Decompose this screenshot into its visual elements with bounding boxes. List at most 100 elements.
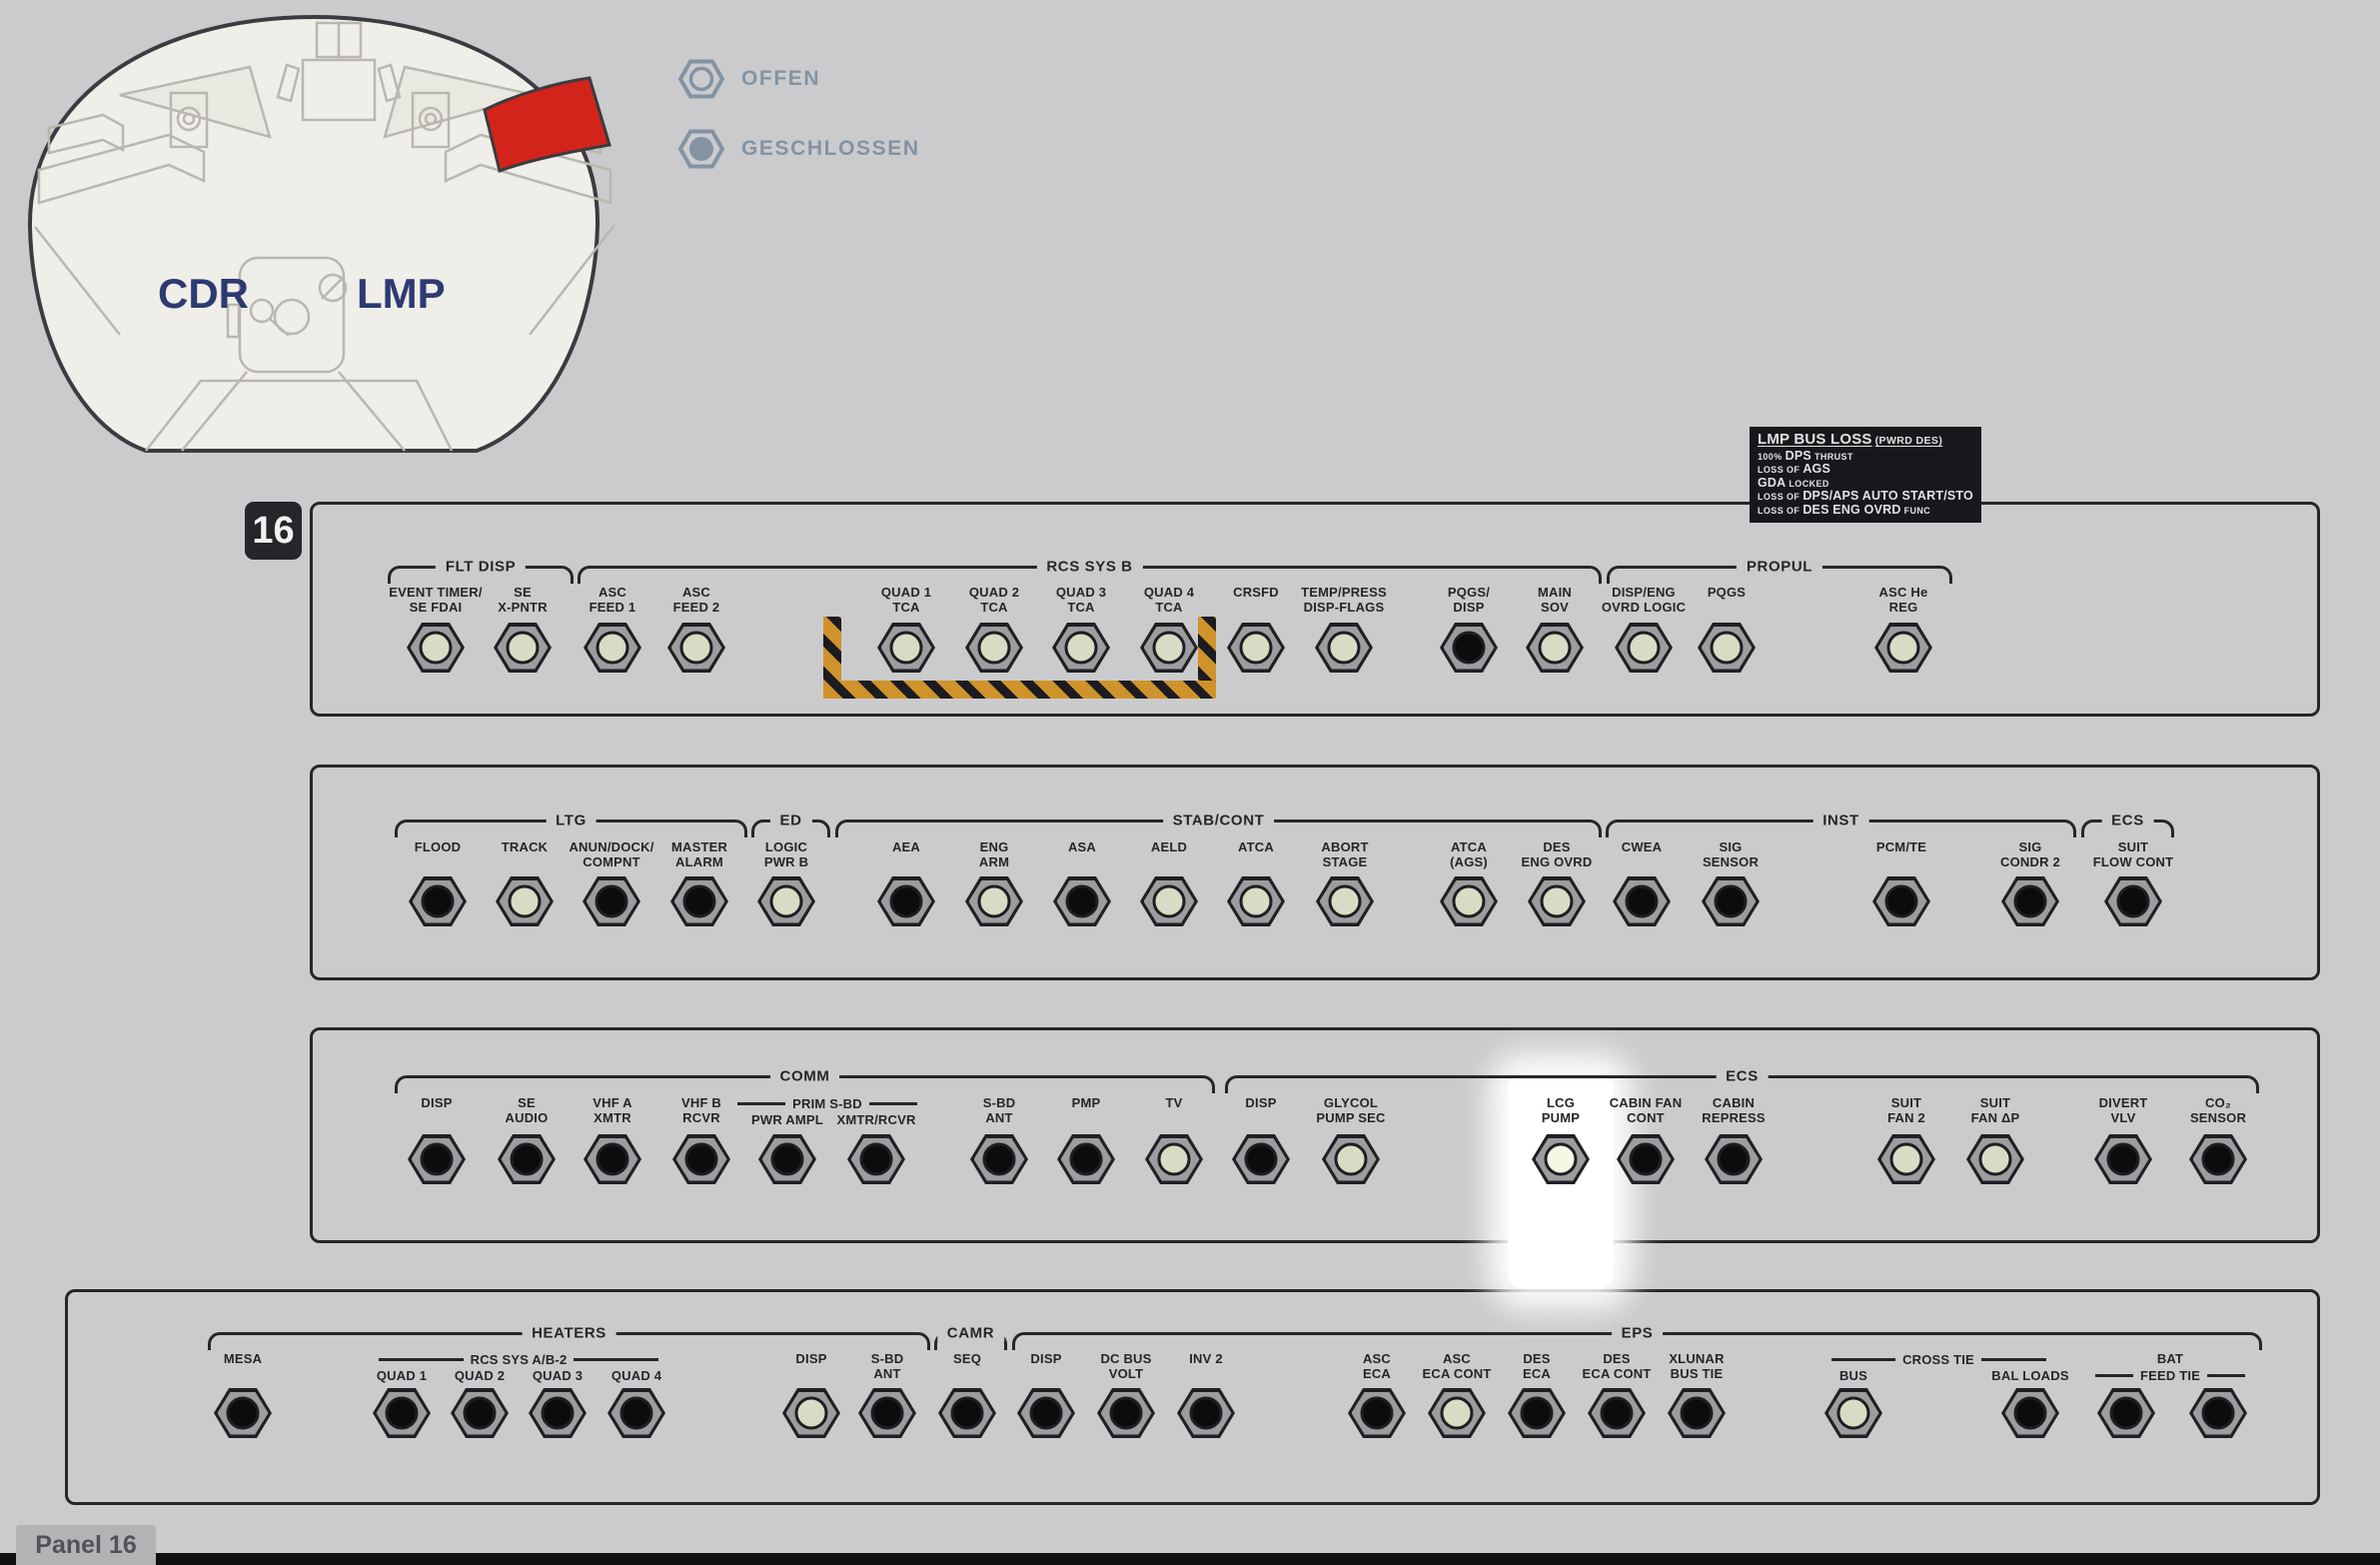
- breaker-hex-icon: [1588, 1388, 1646, 1438]
- breaker-temp-press-disp-flags[interactable]: TEMP/PRESS DISP-FLAGS: [1288, 585, 1400, 673]
- breaker-label-line: SIG: [2018, 839, 2042, 854]
- breaker-asc-feed-2[interactable]: ASC FEED 2: [640, 585, 752, 673]
- breaker-open-indicator: [1836, 1396, 1870, 1430]
- breaker-hex-icon: [1177, 1388, 1235, 1438]
- breaker-sig-sensor[interactable]: SIG SENSOR: [1675, 839, 1786, 926]
- group-label: PROPUL: [1736, 558, 1823, 576]
- legend-open-row: OFFEN: [677, 56, 920, 102]
- breaker-label-line: SUIT: [2117, 839, 2149, 854]
- breaker-label-line: FLOW CONT: [2092, 854, 2174, 870]
- breaker-sig-condr-2[interactable]: SIG CONDR 2: [1974, 839, 2086, 926]
- breaker-label: XMTR/RCVR: [820, 1112, 932, 1127]
- breaker-closed-indicator: [2201, 1396, 2235, 1430]
- breaker-logic-pwr-b[interactable]: LOGIC PWR B: [730, 839, 842, 926]
- breaker-closed-indicator: [421, 884, 455, 918]
- group-ed-bracket: ED: [751, 811, 830, 837]
- breaker-label: MESA: [187, 1351, 299, 1366]
- breaker-closed-indicator: [1244, 1142, 1278, 1176]
- breaker-hex-icon: [2001, 876, 2059, 926]
- warning-line: 100% DPS THRUST: [1758, 450, 1973, 463]
- group-label: ECS: [1716, 1067, 1769, 1085]
- breaker-open-indicator: [977, 884, 1011, 918]
- breaker-closed-icon: [677, 129, 725, 169]
- breaker-mesa[interactable]: MESA: [187, 1351, 299, 1438]
- breaker-label-line: DISP-FLAGS: [1303, 600, 1385, 616]
- breaker-hex-icon: [970, 1134, 1028, 1184]
- breaker-closed-indicator: [982, 1142, 1016, 1176]
- cabin-outline: [27, 14, 600, 453]
- breaker-closed-indicator: [385, 1396, 419, 1430]
- breaker-glycol-pump-sec[interactable]: GLYCOL PUMP SEC: [1295, 1095, 1407, 1184]
- breaker-closed-indicator: [1069, 1142, 1103, 1176]
- breaker-closed-indicator: [684, 1142, 718, 1176]
- breaker-closed-indicator: [1884, 884, 1918, 918]
- breaker-closed-indicator: [682, 884, 716, 918]
- group-label: STAB/CONT: [1162, 811, 1275, 829]
- breaker-asc-he-reg[interactable]: ASC He REG: [1847, 585, 1959, 673]
- breaker-closed-indicator: [595, 884, 628, 918]
- breaker-xmtr-rcvr[interactable]: XMTR/RCVR: [820, 1095, 932, 1184]
- warning-text: THRUST: [1813, 452, 1853, 462]
- breaker-hex-icon: [1702, 876, 1760, 926]
- warning-text: DPS/APS AUTO START/STOP: [1802, 490, 1973, 504]
- breaker-label: SIG SENSOR: [1675, 839, 1786, 870]
- breaker-hex-icon: [757, 876, 815, 926]
- breaker-hex-icon: [667, 623, 725, 673]
- breaker-inv-2[interactable]: INV 2: [1150, 1351, 1262, 1438]
- breaker-bat-feed-tie-2[interactable]: [2162, 1351, 2274, 1438]
- breaker-label: ASC He REG: [1847, 585, 1959, 616]
- panel-16-tab[interactable]: Panel 16: [16, 1525, 156, 1565]
- breaker-bus[interactable]: BUS: [1797, 1351, 1909, 1438]
- breaker-closed-indicator: [541, 1396, 575, 1430]
- breaker-open-indicator: [679, 631, 713, 665]
- breaker-label: SUIT FAN ΔP: [1939, 1095, 2051, 1126]
- breaker-closed-indicator: [1109, 1396, 1143, 1430]
- breaker-open-indicator: [1627, 631, 1661, 665]
- cabin-diagram: CDR LMP: [27, 14, 615, 453]
- breaker-hex-icon: [1440, 876, 1498, 926]
- breaker-open-indicator: [769, 884, 803, 918]
- breaker-label-line: QUAD 4: [610, 1368, 662, 1383]
- breaker-open-indicator: [595, 631, 629, 665]
- breaker-label: ABORT STAGE: [1289, 839, 1401, 870]
- breaker-quad-4[interactable]: QUAD 4: [581, 1351, 692, 1438]
- group-propul-bracket: PROPUL: [1607, 558, 1952, 584]
- breaker-label-line: TEMP/PRESS: [1301, 585, 1387, 600]
- breaker-hex-icon: [451, 1388, 509, 1438]
- breaker-suit-fan-p[interactable]: SUIT FAN ΔP: [1939, 1095, 2051, 1184]
- breaker-pcm-te[interactable]: PCM/TE: [1845, 839, 1957, 926]
- breaker-hex-icon: [1615, 623, 1673, 673]
- breaker-hex-icon: [1617, 1134, 1675, 1184]
- breaker-hex-icon: [496, 876, 554, 926]
- breaker-hex-icon: [1508, 1388, 1566, 1438]
- group-camr-bracket: CAMR: [934, 1324, 1007, 1350]
- breaker-pqgs[interactable]: PQGS: [1671, 585, 1783, 673]
- breaker-hex-icon: [1315, 623, 1373, 673]
- breaker-label: LOGIC PWR B: [730, 839, 842, 870]
- breaker-open-indicator: [889, 631, 923, 665]
- breaker-open-indicator: [419, 631, 453, 665]
- breaker-hex-icon: [1053, 876, 1111, 926]
- breaker-hex-icon: [1872, 876, 1930, 926]
- breaker-label: CABIN REPRESS: [1678, 1095, 1789, 1126]
- breaker-label-line: STAGE: [1322, 854, 1368, 870]
- lmp-label: LMP: [357, 270, 446, 317]
- breaker-hex-icon: [1232, 1134, 1290, 1184]
- breaker-hex-icon: [847, 1134, 905, 1184]
- breaker-hex-icon: [1877, 1134, 1935, 1184]
- breaker-open-icon: [677, 59, 725, 99]
- breaker-xlunar-bus-tie[interactable]: XLUNAR BUS TIE: [1641, 1351, 1753, 1438]
- breaker-label-line: BUS: [1838, 1368, 1868, 1383]
- breaker-suit-flow-cont[interactable]: SUIT FLOW CONT: [2077, 839, 2189, 926]
- breaker-closed-indicator: [1029, 1396, 1063, 1430]
- breaker-cabin-repress[interactable]: CABIN REPRESS: [1678, 1095, 1789, 1184]
- breaker-hex-icon: [1227, 623, 1285, 673]
- breaker-hex-icon: [2097, 1388, 2155, 1438]
- breaker-hex-icon: [2001, 1388, 2059, 1438]
- breaker-open-indicator: [1157, 1142, 1191, 1176]
- group-label: CAMR: [936, 1324, 1005, 1342]
- breaker-hex-icon: [1874, 623, 1932, 673]
- breaker-hex-icon: [670, 876, 728, 926]
- breaker-co-sensor[interactable]: CO₂ SENSOR: [2162, 1095, 2274, 1184]
- breaker-abort-stage[interactable]: ABORT STAGE: [1289, 839, 1401, 926]
